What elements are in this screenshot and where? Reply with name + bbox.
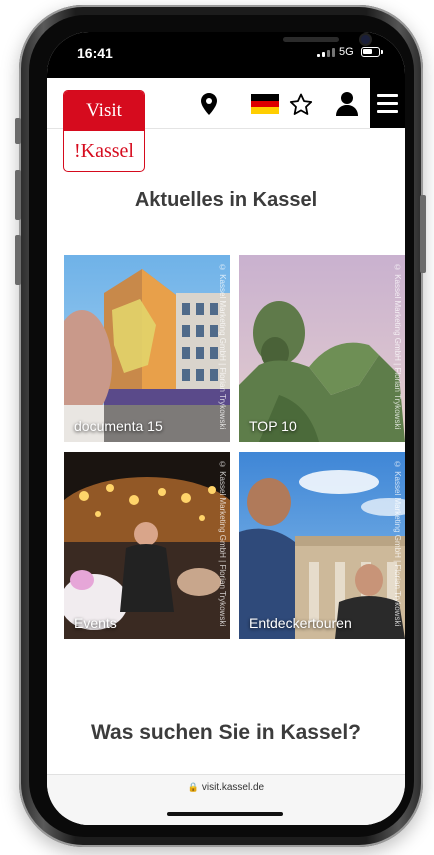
- power-button: [420, 195, 426, 273]
- volume-down-button: [15, 235, 21, 285]
- tile-top10[interactable]: TOP 10 © Kassel Marketing GmbH | Florian…: [239, 255, 405, 442]
- logo-top-text: Visit: [64, 91, 144, 131]
- lock-icon: 🔒: [187, 782, 200, 792]
- user-icon[interactable]: [335, 91, 359, 116]
- logo-bottom-text: !Kassel: [74, 139, 134, 162]
- tile-label: Events: [74, 615, 117, 631]
- notch: [133, 32, 370, 62]
- hamburger-menu-button[interactable]: [370, 78, 405, 128]
- earpiece-speaker: [283, 37, 339, 42]
- hercules-photo: [239, 255, 405, 442]
- tile-label: Entdeckertouren: [249, 615, 352, 631]
- tile-entdeckertouren[interactable]: Entdeckertouren © Kassel Marketing GmbH …: [239, 452, 405, 639]
- entdeckertouren-photo: [239, 452, 405, 639]
- tile-documenta[interactable]: documenta 15 © Kassel Marketing GmbH | F…: [64, 255, 230, 442]
- front-camera: [361, 35, 370, 44]
- tile-label: TOP 10: [249, 418, 297, 434]
- section2-title: Was suchen Sie in Kassel?: [91, 721, 361, 744]
- url-text[interactable]: 🔒 visit.kassel.de: [47, 782, 405, 793]
- location-pin-icon[interactable]: [201, 93, 217, 115]
- events-photo: [64, 452, 230, 639]
- status-bar: 16:41 5G: [47, 32, 405, 78]
- tile-copyright: © Kassel Marketing GmbH | Florian Trykow…: [393, 263, 402, 430]
- mute-switch: [15, 118, 21, 144]
- browser-url-bar[interactable]: 🔒 visit.kassel.de: [47, 774, 405, 825]
- volume-up-button: [15, 170, 21, 220]
- url-label: visit.kassel.de: [201, 782, 265, 793]
- tile-label: documenta 15: [74, 418, 163, 434]
- documenta-photo: [64, 255, 230, 442]
- tile-copyright: © Kassel Marketing GmbH | Florian Trykow…: [218, 263, 227, 430]
- signal-icon: [317, 48, 335, 57]
- status-time: 16:41: [77, 45, 113, 61]
- visit-kassel-logo[interactable]: Visit !Kassel: [63, 90, 145, 172]
- tile-events[interactable]: Events © Kassel Marketing GmbH | Florian…: [64, 452, 230, 639]
- battery-cap: [381, 50, 383, 54]
- section-title: Aktuelles in Kassel: [134, 189, 318, 211]
- star-icon[interactable]: [289, 93, 313, 116]
- tile-copyright: © Kassel Marketing GmbH | Florian Trykow…: [393, 460, 402, 627]
- battery-icon: [361, 47, 380, 57]
- tile-copyright: © Kassel Marketing GmbH | Florian Trykow…: [218, 460, 227, 627]
- german-flag-icon[interactable]: [251, 94, 279, 114]
- network-type: 5G: [339, 46, 354, 58]
- phone-screen: 16:41 5G Visit !Kassel Aktuelles in Kass…: [47, 32, 405, 825]
- home-indicator[interactable]: [167, 812, 283, 816]
